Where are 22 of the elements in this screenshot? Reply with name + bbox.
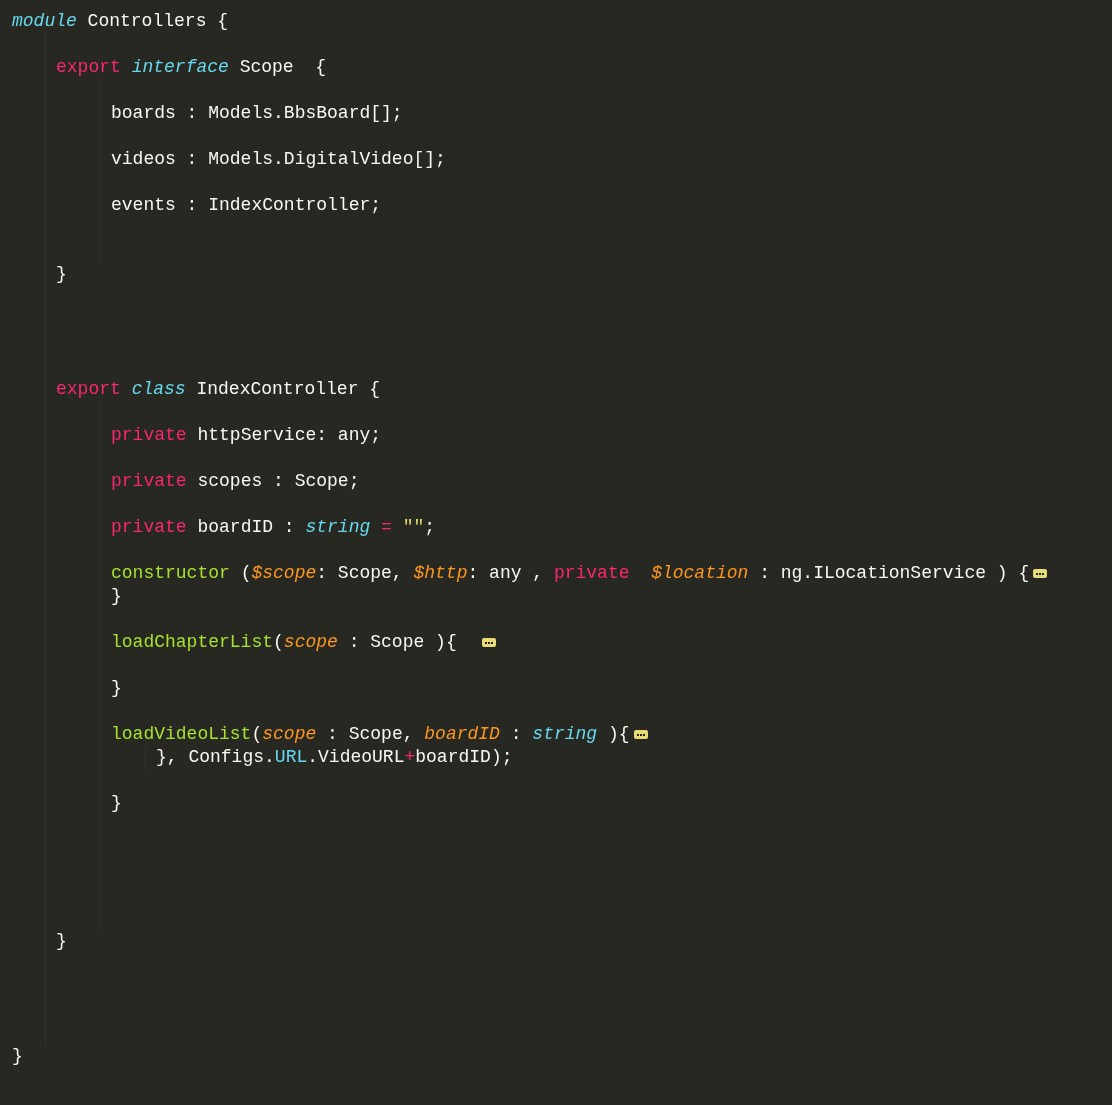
fold-marker-icon[interactable] bbox=[633, 730, 648, 739]
code-line: } bbox=[56, 263, 67, 286]
code-line: boards : Models.BbsBoard[]; bbox=[111, 102, 403, 125]
code-line: } bbox=[12, 1045, 23, 1068]
code-line: export interface Scope { bbox=[56, 56, 327, 79]
code-line: private boardID : string = ""; bbox=[111, 516, 436, 539]
code-line: } bbox=[111, 792, 122, 815]
code-line: constructor ($scope: Scope, $http: any , private $location : ng.ILocationService ) { bbox=[111, 562, 1030, 585]
code-line: } bbox=[111, 677, 122, 700]
code-line: }, Configs.URL.VideoURL+boardID); bbox=[156, 746, 513, 769]
code-line: private scopes : Scope; bbox=[111, 470, 360, 493]
code-line: loadChapterList(scope : Scope ){ bbox=[111, 631, 458, 654]
code-line: module Controllers { bbox=[12, 10, 229, 33]
code-line: events : IndexController; bbox=[111, 194, 382, 217]
fold-marker-icon[interactable] bbox=[482, 638, 497, 647]
fold-marker-icon[interactable] bbox=[1033, 569, 1048, 578]
code-line: loadVideoList(scope : Scope, boardID : string ){ bbox=[111, 723, 630, 746]
code-line: } bbox=[111, 585, 122, 608]
code-line: private httpService: any; bbox=[111, 424, 382, 447]
code-line: videos : Models.DigitalVideo[]; bbox=[111, 148, 446, 171]
code-line: export class IndexController { bbox=[56, 378, 381, 401]
code-line: } bbox=[56, 930, 67, 953]
